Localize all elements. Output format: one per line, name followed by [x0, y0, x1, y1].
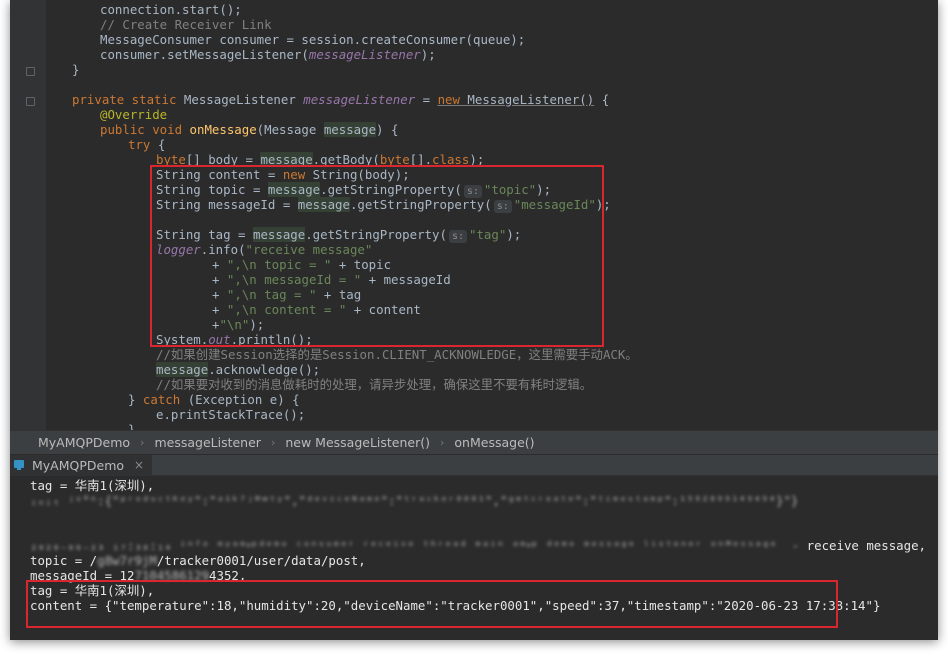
code-line: consumer.setMessageListener(messageListe…	[100, 47, 436, 62]
chevron-right-icon: ›	[270, 436, 276, 449]
breadcrumb-item[interactable]: onMessage()	[454, 435, 534, 450]
run-tool-window-header: MyAMQPDemo ×	[10, 454, 938, 476]
code-line: + ",\n messageId = " + messageId	[212, 272, 451, 287]
code-line: + ",\n topic = " + topic	[212, 257, 392, 272]
editor-gutter	[10, 0, 46, 430]
fold-icon[interactable]	[26, 67, 35, 76]
run-tab-label: MyAMQPDemo	[32, 457, 125, 473]
code-line: String messageId = message.getStringProp…	[156, 197, 611, 213]
console-line: tag = 华南1(深圳),	[30, 583, 155, 598]
code-line: System.out.println();	[156, 332, 313, 347]
code-line: }	[72, 62, 80, 77]
code-editor[interactable]: connection.start(); // Create Receiver L…	[46, 0, 938, 430]
console-line: topic = /g8w7r9jM/tracker0001/user/data/…	[30, 553, 366, 568]
code-line: try {	[128, 137, 166, 152]
code-line: message.acknowledge();	[156, 362, 321, 377]
chevron-right-icon: ›	[440, 436, 445, 449]
parameter-hint: s:	[448, 230, 467, 243]
console-line: messageId = 1271045861294352,	[30, 568, 247, 583]
code-line: String topic = message.getStringProperty…	[156, 182, 552, 198]
console-line: ₂₀₂₀₋₀₆₋₂₃ ₁₇:₃₈:₁₄ ⁱⁿᶠᵒ ᵐʸᵃᵐᵠᵖᵈᵉᵐᵒ ᶜᵒⁿˢ…	[30, 538, 927, 553]
code-line: } catch (Exception e) {	[128, 392, 300, 407]
console-line-blurred: ᵢₙᵢₜ ʲˢ°ⁿ:{"ᵖʳᵒᵈᵘᶜᵗᴷᵉʸ":"ᵃ¹ᵏ⁷ʲᴹʷᵗʸ","ᵈᵉᵛ…	[30, 493, 799, 508]
chevron-right-icon: ›	[140, 436, 145, 449]
console-line: tag = 华南1(深圳),	[30, 478, 155, 493]
code-line: public void onMessage(Message message) {	[100, 122, 399, 137]
code-line: connection.start();	[100, 2, 242, 17]
fold-icon[interactable]	[26, 97, 35, 106]
run-config-icon	[14, 459, 26, 471]
code-line: private static MessageListener messageLi…	[72, 92, 610, 107]
code-line: MessageConsumer consumer = session.creat…	[100, 32, 526, 47]
run-tab[interactable]: MyAMQPDemo ×	[10, 455, 153, 475]
parameter-hint: s:	[493, 200, 512, 213]
breadcrumb: MyAMQPDemo › messageListener › new Messa…	[10, 430, 938, 454]
code-line: logger.info("receive message"	[156, 242, 373, 257]
code-line: // Create Receiver Link	[100, 17, 272, 32]
code-line: String content = new String(body);	[156, 167, 410, 182]
code-line: +"\n");	[212, 317, 265, 332]
code-line: //如果创建Session选择的是Session.CLIENT_ACKNOWLE…	[156, 347, 638, 362]
code-line: + ",\n tag = " + tag	[212, 287, 362, 302]
console-output[interactable]: tag = 华南1(深圳), ᵢₙᵢₜ ʲˢ°ⁿ:{"ᵖʳᵒᵈᵘᶜᵗᴷᵉʸ":"…	[10, 476, 938, 640]
code-line: @Override	[100, 107, 168, 122]
code-line: }	[128, 422, 136, 430]
code-line: byte[] body = message.getBody(byte[].cla…	[156, 152, 485, 167]
breadcrumb-item[interactable]: MyAMQPDemo	[38, 435, 130, 450]
close-icon[interactable]: ×	[134, 458, 144, 472]
ide-window: connection.start(); // Create Receiver L…	[10, 0, 938, 640]
breadcrumb-item[interactable]: messageListener	[154, 435, 260, 450]
code-line: //如果要对收到的消息做耗时的处理，请异步处理，确保这里不要有耗时逻辑。	[156, 377, 593, 392]
code-line: String tag = message.getStringProperty(s…	[156, 227, 522, 243]
code-line: + ",\n content = " + content	[212, 302, 421, 317]
console-line: content = {"temperature":18,"humidity":2…	[30, 598, 881, 613]
breadcrumb-item[interactable]: new MessageListener()	[285, 435, 430, 450]
code-line: e.printStackTrace();	[156, 407, 306, 422]
